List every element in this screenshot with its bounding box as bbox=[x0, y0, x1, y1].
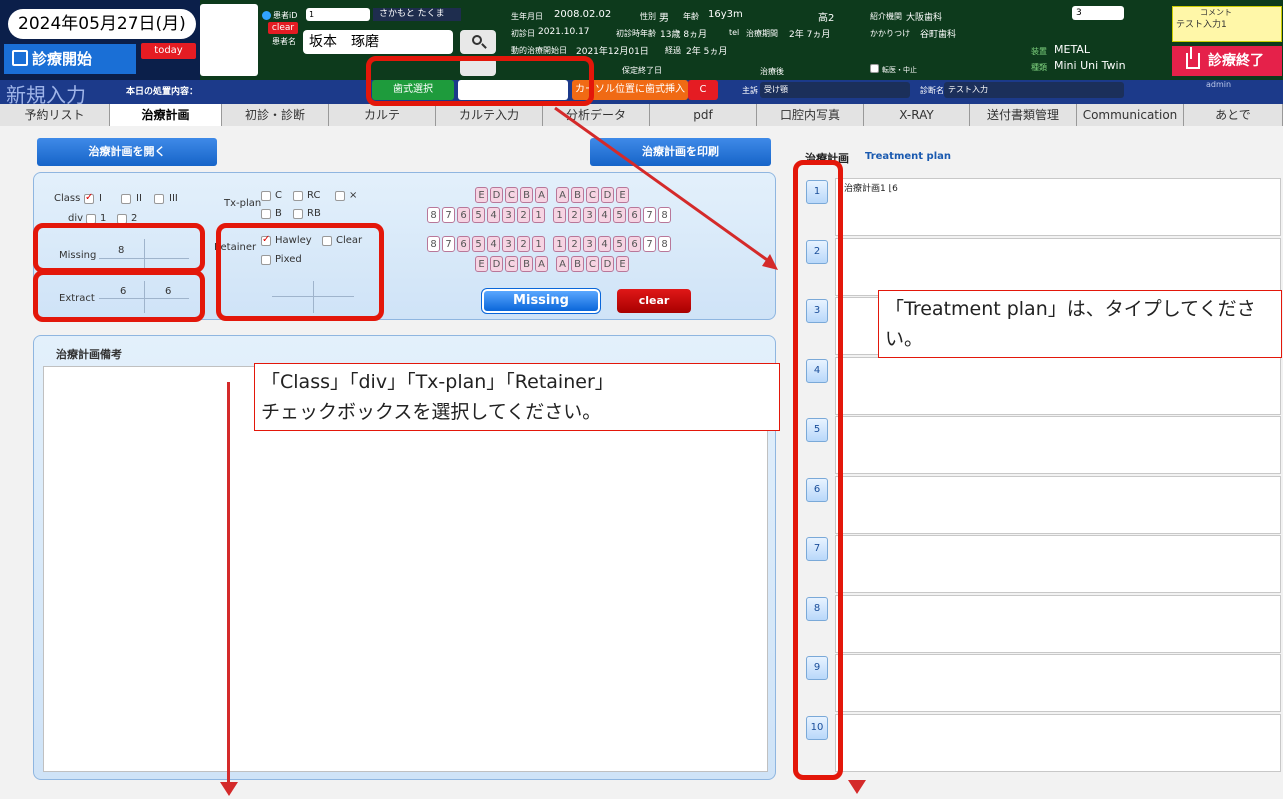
annotation-arrow bbox=[554, 106, 778, 270]
app-window: 2024年05月27日(月) 診療開始 today 患者iD 1 さかもと たく… bbox=[0, 0, 1283, 799]
